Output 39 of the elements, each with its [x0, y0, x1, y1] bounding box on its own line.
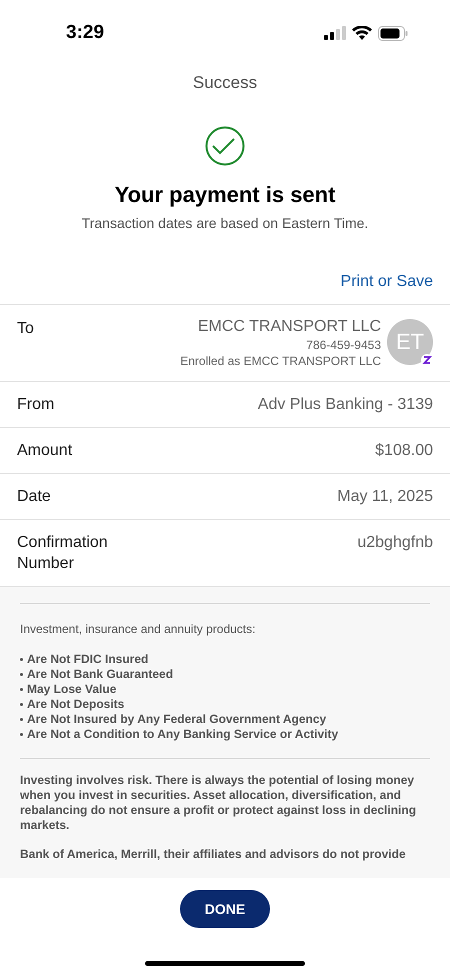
- done-button[interactable]: DONE: [180, 890, 270, 928]
- disclosure-bullet: Are Not Deposits: [27, 696, 124, 712]
- disclosure-bullet: Are Not FDIC Insured: [27, 652, 148, 666]
- zelle-icon: [421, 352, 433, 366]
- row-value: Adv Plus Banking - 3139: [258, 394, 433, 414]
- row-value: May 11, 2025: [337, 486, 433, 506]
- confirmation-subtitle: Transaction dates are based on Eastern Time.: [82, 214, 368, 232]
- row-label: To: [17, 318, 34, 338]
- recipient-enrolled: Enrolled as EMCC TRANSPORT LLC: [180, 352, 381, 368]
- disclosure-intro: Investment, insurance and annuity products:: [20, 620, 256, 638]
- row-value: $108.00: [375, 440, 433, 460]
- disclosure-paragraph: Investing involves risk. There is always the potential of losing money when you invest in securities. Asset allocation, diversification, and rebalancing do not ensure a profit or protect against loss in declining markets.: [20, 772, 418, 832]
- row-value: u2bghgfnb: [357, 532, 433, 552]
- wifi-icon: [352, 26, 372, 40]
- status-time: 3:29: [66, 20, 104, 45]
- row-label: Amount: [17, 440, 74, 460]
- check-circle-icon: [205, 126, 245, 166]
- disclosure-bullet: May Lose Value: [27, 682, 116, 696]
- confirmation-heading: Your payment is sent: [114, 180, 336, 209]
- disclosure-bullet: Are Not Bank Guaranteed: [27, 666, 174, 682]
- recipient-phone: 786-459-9453: [306, 336, 381, 352]
- disclosure-bullet: Are Not Insured by Any Federal Government Agency: [27, 712, 326, 726]
- print-or-save-link[interactable]: Print or Save: [340, 270, 433, 294]
- avatar: ET: [387, 318, 433, 364]
- signal-icon: [324, 26, 346, 40]
- recipient-name: EMCC TRANSPORT LLC: [198, 316, 381, 336]
- battery-icon: [378, 26, 408, 40]
- bullet-icon: [20, 702, 23, 706]
- row-label: From: [17, 394, 56, 414]
- bullet-icon: [20, 732, 23, 736]
- bullet-icon: [20, 658, 23, 660]
- bullet-icon: [20, 672, 23, 676]
- disclosure-bullet: Are Not a Condition to Any Banking Service or Activity: [27, 726, 338, 742]
- row-label: Confirmation Number: [17, 532, 109, 574]
- row-label: Date: [17, 486, 52, 506]
- disclosure-paragraph: Bank of America, Merrill, their affiliates and advisors do not provide: [20, 846, 407, 862]
- bullet-icon: [20, 718, 23, 720]
- page-title: Success: [192, 72, 258, 94]
- bullet-icon: [20, 688, 23, 690]
